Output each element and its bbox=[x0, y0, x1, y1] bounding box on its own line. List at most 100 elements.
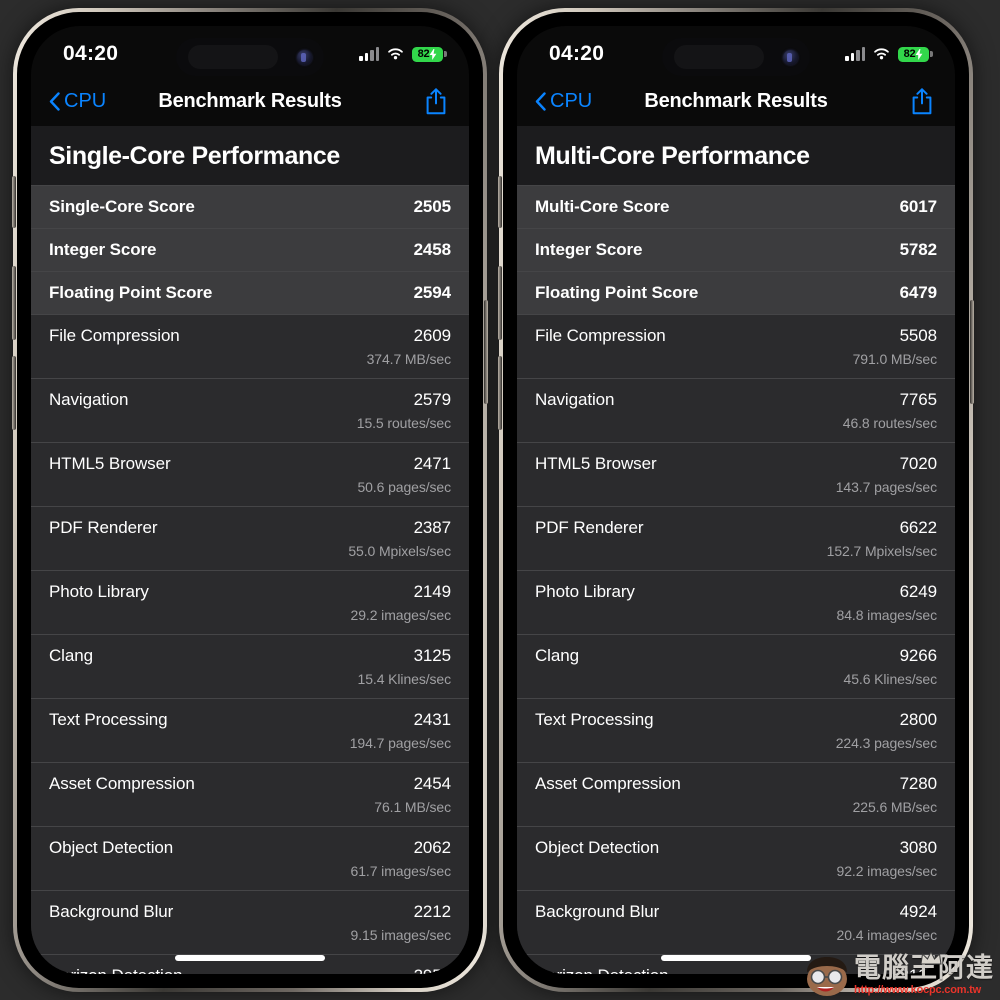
table-row[interactable]: File Compression 2609 374.7 MB/sec bbox=[31, 314, 469, 378]
benchmark-list-right[interactable]: Multi-Core Performance Multi-Core Score 6… bbox=[517, 126, 955, 974]
volume-up-button[interactable] bbox=[498, 266, 502, 340]
action-button[interactable] bbox=[12, 176, 16, 228]
row-label: Horizon Detection bbox=[49, 966, 183, 974]
row-rate: 61.7 images/sec bbox=[350, 863, 452, 879]
front-camera-icon bbox=[783, 49, 798, 65]
table-row[interactable]: Text Processing 2800 224.3 pages/sec bbox=[517, 698, 955, 762]
row-label: Horizon Detection bbox=[535, 966, 669, 974]
row-score: 6017 bbox=[899, 197, 938, 216]
row-rate: 20.4 images/sec bbox=[836, 927, 938, 943]
volume-down-button[interactable] bbox=[498, 356, 502, 430]
row-label: HTML5 Browser bbox=[535, 454, 657, 473]
back-button-cpu[interactable]: CPU bbox=[535, 90, 592, 113]
row-rate: 225.6 MB/sec bbox=[852, 799, 938, 815]
row-label: Object Detection bbox=[535, 838, 660, 857]
row-score: 6479 bbox=[899, 283, 938, 302]
row-score: 8198 bbox=[888, 966, 938, 974]
table-row[interactable]: PDF Renderer 6622 152.7 Mpixels/sec bbox=[517, 506, 955, 570]
dynamic-island bbox=[176, 38, 324, 76]
power-button[interactable] bbox=[970, 300, 974, 404]
home-indicator-left[interactable] bbox=[175, 955, 325, 961]
volume-up-button[interactable] bbox=[12, 266, 16, 340]
table-row[interactable]: Floating Point Score 6479 bbox=[517, 271, 955, 314]
power-button[interactable] bbox=[484, 300, 488, 404]
row-label: Floating Point Score bbox=[49, 283, 213, 302]
phone-bezel-left: 04:20 82 CPU Benchmark Results Single-Co… bbox=[17, 12, 483, 988]
table-row[interactable]: HTML5 Browser 7020 143.7 pages/sec bbox=[517, 442, 955, 506]
table-row[interactable]: Clang 3125 15.4 Klines/sec bbox=[31, 634, 469, 698]
row-score: 2471 bbox=[413, 454, 452, 473]
row-score: 2387 bbox=[413, 518, 452, 537]
row-rate: 92.2 images/sec bbox=[836, 863, 938, 879]
table-row[interactable]: Clang 9266 45.6 Klines/sec bbox=[517, 634, 955, 698]
back-button-label: CPU bbox=[64, 89, 107, 112]
status-indicators: 82 bbox=[359, 41, 447, 62]
section-title-left: Single-Core Performance bbox=[49, 142, 340, 170]
rows-container-right: Multi-Core Score 6017 Integer Score 5782 Flo… bbox=[517, 185, 955, 974]
table-row[interactable]: Navigation 2579 15.5 routes/sec bbox=[31, 378, 469, 442]
row-score: 2800 bbox=[899, 710, 938, 729]
row-score: 7765 bbox=[899, 390, 938, 409]
row-rate: 50.6 pages/sec bbox=[357, 479, 451, 495]
phone-left: 04:20 82 CPU Benchmark Results Single-Co… bbox=[12, 8, 488, 992]
table-row[interactable]: Asset Compression 2454 76.1 MB/sec bbox=[31, 762, 469, 826]
row-main: Horizon Detection 2952 bbox=[49, 966, 451, 974]
row-main: Object Detection 2062 bbox=[49, 838, 451, 858]
phone-right: 04:20 82 CPU Benchmark Results Multi-Cor… bbox=[498, 8, 974, 992]
row-main: HTML5 Browser 7020 bbox=[535, 454, 937, 474]
back-button-cpu[interactable]: CPU bbox=[49, 90, 106, 113]
battery-icon: 82 bbox=[412, 46, 447, 62]
table-row[interactable]: Integer Score 5782 bbox=[517, 228, 955, 271]
row-rate: 55.0 Mpixels/sec bbox=[348, 543, 451, 559]
row-main: PDF Renderer 2387 bbox=[49, 518, 451, 538]
row-main: Photo Library 2149 bbox=[49, 582, 451, 602]
table-row[interactable]: Photo Library 2149 29.2 images/sec bbox=[31, 570, 469, 634]
row-label: Navigation bbox=[49, 390, 129, 409]
row-label: Text Processing bbox=[535, 710, 654, 729]
row-main: Photo Library 6249 bbox=[535, 582, 937, 602]
row-label: Floating Point Score bbox=[535, 283, 699, 302]
table-row[interactable]: Multi-Core Score 6017 bbox=[517, 185, 955, 228]
table-row[interactable]: Floating Point Score 2594 bbox=[31, 271, 469, 314]
row-label: Background Blur bbox=[535, 902, 660, 921]
row-score: 2454 bbox=[413, 774, 452, 793]
home-indicator-right[interactable] bbox=[661, 955, 811, 961]
table-row[interactable]: HTML5 Browser 2471 50.6 pages/sec bbox=[31, 442, 469, 506]
row-score: 2062 bbox=[413, 838, 452, 857]
benchmark-list-left[interactable]: Single-Core Performance Single-Core Scor… bbox=[31, 126, 469, 974]
table-row[interactable]: Object Detection 2062 61.7 images/sec bbox=[31, 826, 469, 890]
table-row[interactable]: Text Processing 2431 194.7 pages/sec bbox=[31, 698, 469, 762]
row-score: 4924 bbox=[899, 902, 938, 921]
nav-bar-right: CPU Benchmark Results bbox=[517, 76, 955, 126]
row-main: Floating Point Score 6479 bbox=[535, 283, 937, 303]
row-main: Floating Point Score 2594 bbox=[49, 283, 451, 303]
row-score: 2609 bbox=[413, 326, 452, 345]
share-icon[interactable] bbox=[425, 87, 447, 115]
table-row[interactable]: Object Detection 3080 92.2 images/sec bbox=[517, 826, 955, 890]
table-row[interactable]: Integer Score 2458 bbox=[31, 228, 469, 271]
table-row[interactable]: PDF Renderer 2387 55.0 Mpixels/sec bbox=[31, 506, 469, 570]
table-row[interactable]: Navigation 7765 46.8 routes/sec bbox=[517, 378, 955, 442]
table-row[interactable]: Asset Compression 7280 225.6 MB/sec bbox=[517, 762, 955, 826]
row-rate: 143.7 pages/sec bbox=[835, 479, 937, 495]
table-row[interactable]: Single-Core Score 2505 bbox=[31, 185, 469, 228]
row-rate: 791.0 MB/sec bbox=[852, 351, 938, 367]
row-label: Background Blur bbox=[49, 902, 174, 921]
table-row[interactable]: Background Blur 2212 9.15 images/sec bbox=[31, 890, 469, 954]
row-main: Navigation 2579 bbox=[49, 390, 451, 410]
row-label: File Compression bbox=[535, 326, 666, 345]
action-button[interactable] bbox=[498, 176, 502, 228]
cellular-signal-icon bbox=[845, 47, 865, 61]
row-score: 2458 bbox=[413, 240, 452, 259]
table-row[interactable]: File Compression 5508 791.0 MB/sec bbox=[517, 314, 955, 378]
share-icon[interactable] bbox=[911, 87, 933, 115]
screen-left: 04:20 82 CPU Benchmark Results Single-Co… bbox=[31, 26, 469, 974]
back-button-label: CPU bbox=[550, 89, 593, 112]
row-rate: 9.15 images/sec bbox=[350, 927, 452, 943]
table-row[interactable]: Background Blur 4924 20.4 images/sec bbox=[517, 890, 955, 954]
table-row[interactable]: Photo Library 6249 84.8 images/sec bbox=[517, 570, 955, 634]
row-score: 2579 bbox=[413, 390, 452, 409]
charging-bolt-icon bbox=[916, 48, 923, 60]
volume-down-button[interactable] bbox=[12, 356, 16, 430]
row-label: Multi-Core Score bbox=[535, 197, 670, 216]
